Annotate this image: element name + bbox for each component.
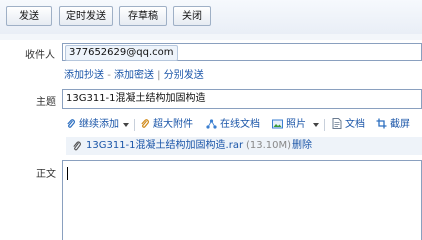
screenshot-label: 截屏 — [390, 119, 410, 130]
send-button[interactable]: 发送 — [6, 6, 52, 26]
link-separator: - — [107, 70, 111, 81]
add-cc-link[interactable]: 添加抄送 — [64, 70, 104, 81]
screenshot-button[interactable]: 截屏 — [376, 117, 410, 133]
subject-label: 主题 — [36, 97, 56, 108]
dropdown-arrow-icon[interactable] — [122, 117, 133, 133]
photo-label: 照片 — [286, 119, 306, 130]
subject-input[interactable]: 13G311-1混凝土结构加固构造 — [62, 89, 422, 109]
attachment-item: 13G311-1混凝土结构加固构造.rar (13.10M) 删除 — [66, 137, 422, 155]
recipient-links: 添加抄送 - 添加密送 | 分别发送 — [64, 66, 204, 81]
recipient-label: 收件人 — [25, 50, 55, 61]
large-attachment-icon — [141, 119, 149, 128]
share-icon — [206, 119, 217, 129]
clip-icon — [73, 141, 81, 151]
attachment-filename[interactable]: 13G311-1混凝土结构加固构造.rar — [86, 137, 243, 155]
large-attachment-button[interactable]: 超大附件 — [140, 117, 193, 133]
continue-add-button[interactable]: 继续添加 — [66, 117, 119, 133]
separate-send-link[interactable]: 分别发送 — [164, 70, 204, 81]
save-draft-button[interactable]: 存草稿 — [119, 6, 167, 26]
recipient-field[interactable]: 377652629@qq.com — [62, 43, 422, 61]
continue-add-label: 继续添加 — [79, 119, 119, 130]
attachment-delete-link[interactable]: 删除 — [292, 137, 312, 155]
text-cursor — [67, 167, 68, 180]
attachment-size: (13.10M) — [246, 140, 292, 151]
photo-button[interactable]: 照片 — [272, 117, 306, 133]
recipient-chip[interactable]: 377652629@qq.com — [65, 45, 178, 61]
body-editor[interactable] — [62, 160, 422, 240]
toolbar-separator — [134, 119, 135, 131]
online-doc-label: 在线文档 — [220, 119, 260, 130]
document-label: 文档 — [345, 119, 365, 130]
document-icon — [332, 118, 342, 129]
compose-toolbar: 发送 定时发送 存草稿 关闭 — [0, 0, 422, 35]
large-attachment-label: 超大附件 — [153, 119, 193, 130]
document-button[interactable]: 文档 — [332, 117, 365, 133]
online-doc-button[interactable]: 在线文档 — [206, 117, 260, 133]
scheduled-send-button[interactable]: 定时发送 — [59, 6, 113, 26]
dropdown-arrow-icon[interactable] — [312, 117, 323, 133]
body-label: 正文 — [36, 169, 56, 180]
photo-icon — [272, 119, 283, 129]
close-button[interactable]: 关闭 — [173, 6, 211, 26]
toolbar-divider — [0, 34, 422, 40]
link-separator: | — [157, 70, 161, 81]
paperclip-icon — [67, 119, 75, 128]
toolbar-separator — [324, 119, 325, 131]
add-bcc-link[interactable]: 添加密送 — [114, 70, 154, 81]
screenshot-icon — [376, 118, 387, 129]
